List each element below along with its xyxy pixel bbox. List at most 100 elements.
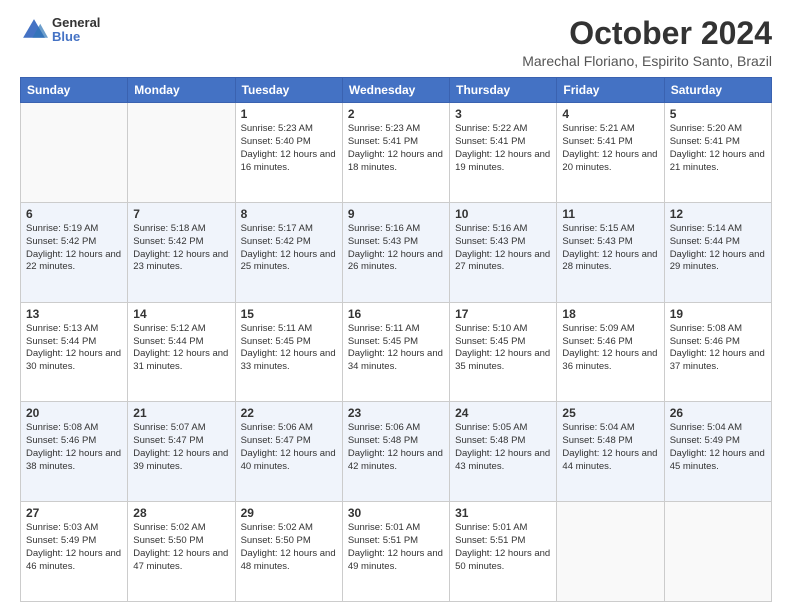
logo-line1: General — [52, 16, 100, 30]
cell-info: Sunrise: 5:23 AM Sunset: 5:41 PM Dayligh… — [348, 123, 444, 174]
calendar-cell: 27 Sunrise: 5:03 AM Sunset: 5:49 PM Dayli… — [21, 502, 128, 602]
day-number: 16 — [348, 307, 444, 321]
day-number: 2 — [348, 107, 444, 121]
calendar-cell: 14 Sunrise: 5:12 AM Sunset: 5:44 PM Dayli… — [128, 302, 235, 402]
calendar-cell: 24 Sunrise: 5:05 AM Sunset: 5:48 PM Dayli… — [450, 402, 557, 502]
weekday-header-monday: Monday — [128, 78, 235, 103]
calendar-cell: 20Sunrise: 5:08 AM Sunset: 5:46 PM Dayli… — [21, 402, 128, 502]
calendar-cell — [21, 103, 128, 203]
calendar-cell: 18 Sunrise: 5:09 AM Sunset: 5:46 PM Dayli… — [557, 302, 664, 402]
day-number: 18 — [562, 307, 658, 321]
cell-info: Sunrise: 5:06 AM Sunset: 5:47 PM Dayligh… — [241, 422, 337, 473]
cell-info: Sunrise: 5:01 AM Sunset: 5:51 PM Dayligh… — [348, 522, 444, 573]
cell-info: Sunrise: 5:12 AM Sunset: 5:44 PM Dayligh… — [133, 323, 229, 374]
cell-info: Sunrise: 5:11 AM Sunset: 5:45 PM Dayligh… — [241, 323, 337, 374]
cell-info: Sunrise: 5:21 AM Sunset: 5:41 PM Dayligh… — [562, 123, 658, 174]
calendar-cell: 29Sunrise: 5:02 AM Sunset: 5:50 PM Dayli… — [235, 502, 342, 602]
header: General Blue October 2024 Marechal Flori… — [20, 16, 772, 69]
calendar-cell: 26 Sunrise: 5:04 AM Sunset: 5:49 PM Dayli… — [664, 402, 771, 502]
cell-info: Sunrise: 5:16 AM Sunset: 5:43 PM Dayligh… — [455, 223, 551, 274]
calendar-cell: 8 Sunrise: 5:17 AM Sunset: 5:42 PM Daylig… — [235, 202, 342, 302]
cell-info: Sunrise: 5:01 AM Sunset: 5:51 PM Dayligh… — [455, 522, 551, 573]
day-number: 10 — [455, 207, 551, 221]
cell-info: Sunrise: 5:19 AM Sunset: 5:42 PM Dayligh… — [26, 223, 122, 274]
day-number: 14 — [133, 307, 229, 321]
calendar-cell: 31 Sunrise: 5:01 AM Sunset: 5:51 PM Dayli… — [450, 502, 557, 602]
day-number: 22 — [241, 406, 337, 420]
title-block: October 2024 Marechal Floriano, Espirito… — [522, 16, 772, 69]
day-number: 27 — [26, 506, 122, 520]
weekday-header-row: SundayMondayTuesdayWednesdayThursdayFrid… — [21, 78, 772, 103]
calendar-table: SundayMondayTuesdayWednesdayThursdayFrid… — [20, 77, 772, 602]
day-number: 23 — [348, 406, 444, 420]
calendar-cell: 22 Sunrise: 5:06 AM Sunset: 5:47 PM Dayli… — [235, 402, 342, 502]
cell-info: Sunrise: 5:18 AM Sunset: 5:42 PM Dayligh… — [133, 223, 229, 274]
calendar-cell: 15 Sunrise: 5:11 AM Sunset: 5:45 PM Dayli… — [235, 302, 342, 402]
calendar-week-row: 27 Sunrise: 5:03 AM Sunset: 5:49 PM Dayli… — [21, 502, 772, 602]
cell-info: Sunrise: 5:17 AM Sunset: 5:42 PM Dayligh… — [241, 223, 337, 274]
day-number: 24 — [455, 406, 551, 420]
month-title: October 2024 — [522, 16, 772, 51]
cell-info: Sunrise: 5:23 AM Sunset: 5:40 PM Dayligh… — [241, 123, 337, 174]
calendar-cell: 25 Sunrise: 5:04 AM Sunset: 5:48 PM Dayli… — [557, 402, 664, 502]
cell-info: Sunrise: 5:15 AM Sunset: 5:43 PM Dayligh… — [562, 223, 658, 274]
calendar-cell: 9Sunrise: 5:16 AM Sunset: 5:43 PM Daylig… — [342, 202, 449, 302]
day-number: 25 — [562, 406, 658, 420]
cell-info: Sunrise: 5:22 AM Sunset: 5:41 PM Dayligh… — [455, 123, 551, 174]
calendar-cell: 3 Sunrise: 5:22 AM Sunset: 5:41 PM Daylig… — [450, 103, 557, 203]
calendar-cell — [557, 502, 664, 602]
calendar-cell: 28 Sunrise: 5:02 AM Sunset: 5:50 PM Dayli… — [128, 502, 235, 602]
day-number: 26 — [670, 406, 766, 420]
calendar-week-row: 13Sunrise: 5:13 AM Sunset: 5:44 PM Dayli… — [21, 302, 772, 402]
day-number: 5 — [670, 107, 766, 121]
day-number: 20 — [26, 406, 122, 420]
calendar-cell: 30 Sunrise: 5:01 AM Sunset: 5:51 PM Dayli… — [342, 502, 449, 602]
day-number: 28 — [133, 506, 229, 520]
day-number: 11 — [562, 207, 658, 221]
cell-info: Sunrise: 5:08 AM Sunset: 5:46 PM Dayligh… — [670, 323, 766, 374]
day-number: 21 — [133, 406, 229, 420]
weekday-header-tuesday: Tuesday — [235, 78, 342, 103]
day-number: 17 — [455, 307, 551, 321]
day-number: 1 — [241, 107, 337, 121]
day-number: 7 — [133, 207, 229, 221]
day-number: 15 — [241, 307, 337, 321]
weekday-header-saturday: Saturday — [664, 78, 771, 103]
logo: General Blue — [20, 16, 100, 45]
day-number: 8 — [241, 207, 337, 221]
page: General Blue October 2024 Marechal Flori… — [0, 0, 792, 612]
calendar-cell: 12Sunrise: 5:14 AM Sunset: 5:44 PM Dayli… — [664, 202, 771, 302]
day-number: 3 — [455, 107, 551, 121]
calendar-cell: 4Sunrise: 5:21 AM Sunset: 5:41 PM Daylig… — [557, 103, 664, 203]
cell-info: Sunrise: 5:02 AM Sunset: 5:50 PM Dayligh… — [241, 522, 337, 573]
calendar-cell: 6 Sunrise: 5:19 AM Sunset: 5:42 PM Daylig… — [21, 202, 128, 302]
cell-info: Sunrise: 5:06 AM Sunset: 5:48 PM Dayligh… — [348, 422, 444, 473]
cell-info: Sunrise: 5:20 AM Sunset: 5:41 PM Dayligh… — [670, 123, 766, 174]
weekday-header-thursday: Thursday — [450, 78, 557, 103]
calendar-cell: 13Sunrise: 5:13 AM Sunset: 5:44 PM Dayli… — [21, 302, 128, 402]
calendar-cell: 17 Sunrise: 5:10 AM Sunset: 5:45 PM Dayli… — [450, 302, 557, 402]
calendar-cell — [128, 103, 235, 203]
day-number: 30 — [348, 506, 444, 520]
day-number: 6 — [26, 207, 122, 221]
logo-text: General Blue — [52, 16, 100, 45]
cell-info: Sunrise: 5:05 AM Sunset: 5:48 PM Dayligh… — [455, 422, 551, 473]
weekday-header-sunday: Sunday — [21, 78, 128, 103]
calendar-cell: 11 Sunrise: 5:15 AM Sunset: 5:43 PM Dayli… — [557, 202, 664, 302]
cell-info: Sunrise: 5:02 AM Sunset: 5:50 PM Dayligh… — [133, 522, 229, 573]
weekday-header-friday: Friday — [557, 78, 664, 103]
calendar-cell: 16Sunrise: 5:11 AM Sunset: 5:45 PM Dayli… — [342, 302, 449, 402]
cell-info: Sunrise: 5:04 AM Sunset: 5:48 PM Dayligh… — [562, 422, 658, 473]
day-number: 31 — [455, 506, 551, 520]
cell-info: Sunrise: 5:10 AM Sunset: 5:45 PM Dayligh… — [455, 323, 551, 374]
calendar-cell: 23 Sunrise: 5:06 AM Sunset: 5:48 PM Dayli… — [342, 402, 449, 502]
calendar-week-row: 6 Sunrise: 5:19 AM Sunset: 5:42 PM Daylig… — [21, 202, 772, 302]
calendar-week-row: 1 Sunrise: 5:23 AM Sunset: 5:40 PM Daylig… — [21, 103, 772, 203]
cell-info: Sunrise: 5:04 AM Sunset: 5:49 PM Dayligh… — [670, 422, 766, 473]
cell-info: Sunrise: 5:03 AM Sunset: 5:49 PM Dayligh… — [26, 522, 122, 573]
cell-info: Sunrise: 5:16 AM Sunset: 5:43 PM Dayligh… — [348, 223, 444, 274]
calendar-cell: 21Sunrise: 5:07 AM Sunset: 5:47 PM Dayli… — [128, 402, 235, 502]
weekday-header-wednesday: Wednesday — [342, 78, 449, 103]
day-number: 13 — [26, 307, 122, 321]
cell-info: Sunrise: 5:09 AM Sunset: 5:46 PM Dayligh… — [562, 323, 658, 374]
